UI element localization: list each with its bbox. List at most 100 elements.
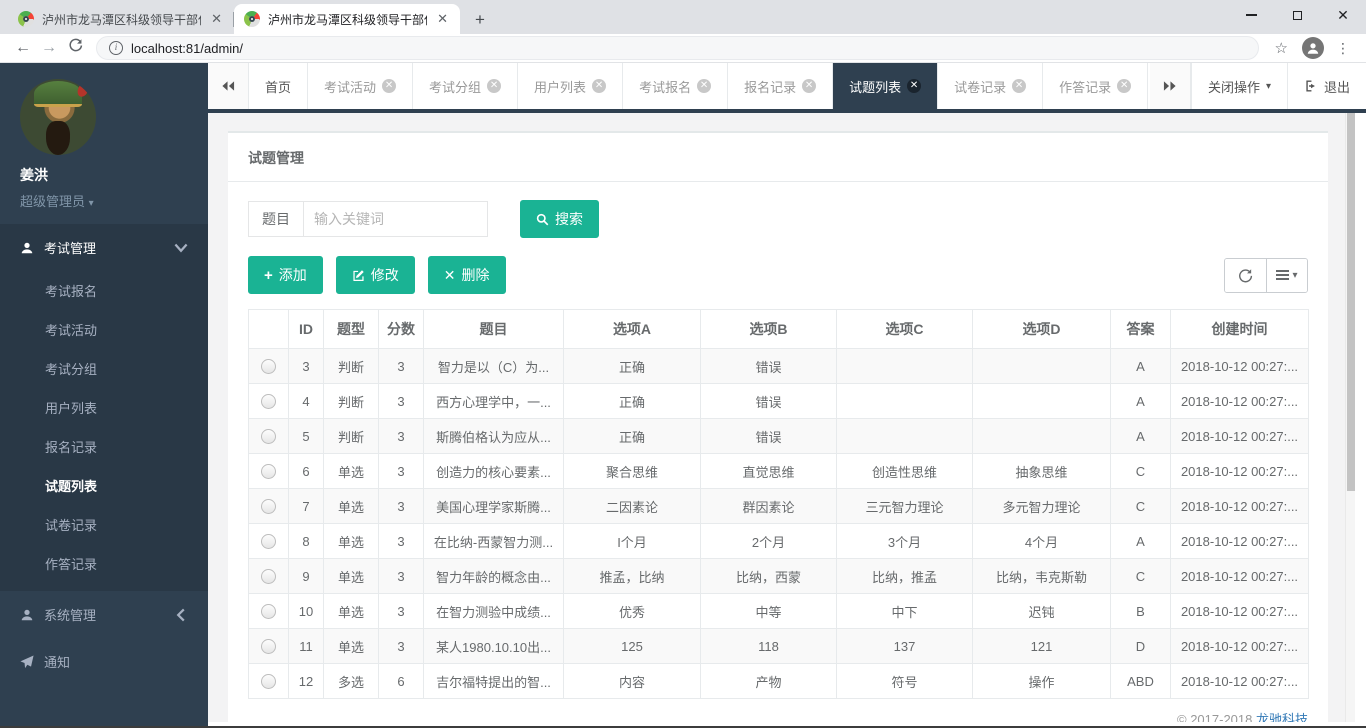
table-column-header: 选项C [837, 310, 973, 349]
scrollbar-thumb[interactable] [1347, 113, 1355, 491]
company-link[interactable]: 龙驰科技 [1256, 712, 1308, 722]
tab-close-icon[interactable]: ✕ [209, 11, 224, 27]
row-radio-button[interactable] [261, 674, 276, 689]
address-bar[interactable]: localhost:81/admin/ [96, 36, 1259, 60]
sidebar-subitem[interactable]: 用户列表 [0, 388, 208, 427]
row-radio-button[interactable] [261, 604, 276, 619]
sidebar-nav: 考试管理 考试报名考试活动考试分组用户列表报名记录试题列表试卷记录作答记录 系统… [0, 224, 208, 685]
cell-title: 在比纳-西蒙智力测... [424, 524, 564, 559]
sidebar-subitem[interactable]: 考试活动 [0, 310, 208, 349]
sidebar-subitem[interactable]: 试题列表 [0, 466, 208, 505]
logout-button[interactable]: 退出 [1287, 63, 1366, 109]
row-radio-button[interactable] [261, 639, 276, 654]
page-tab[interactable]: 用户列表✕ [518, 63, 623, 109]
forward-button[interactable]: → [36, 39, 62, 57]
sidebar-subitem[interactable]: 报名记录 [0, 427, 208, 466]
browser-tab[interactable]: 泸州市龙马潭区科级领导干部任前 ✕ [234, 4, 460, 34]
url-text[interactable]: localhost:81/admin/ [131, 41, 243, 56]
page-tab[interactable]: 考试分组✕ [413, 63, 518, 109]
tab-close-icon[interactable]: ✕ [697, 79, 711, 93]
table-header-row: ID题型分数题目选项A选项B选项C选项D答案创建时间 [249, 310, 1309, 349]
page-info-icon[interactable] [109, 41, 123, 55]
cell-b: 比纳，西蒙 [701, 559, 837, 594]
page-tab[interactable]: 试卷记录✕ [938, 63, 1043, 109]
row-radio-button[interactable] [261, 534, 276, 549]
browser-tab-title: 泸州市龙马潭区科级领导干部任前 [268, 11, 427, 28]
sidebar-item-notifications[interactable]: 通知 [0, 638, 208, 685]
chevron-down-icon [174, 241, 188, 255]
table-column-header: 分数 [379, 310, 424, 349]
question-panel: 试题管理 题目 搜索 [228, 131, 1328, 722]
row-radio-button[interactable] [261, 569, 276, 584]
tab-close-icon[interactable]: ✕ [487, 79, 501, 93]
reload-button[interactable] [62, 38, 88, 58]
sidebar-subitem[interactable]: 作答记录 [0, 544, 208, 583]
add-button[interactable]: +添加 [248, 256, 323, 294]
page-tab[interactable]: 首页 [249, 63, 308, 109]
columns-dropdown-button[interactable]: ▾ [1266, 259, 1307, 292]
page-tab[interactable]: 试题列表✕ [833, 63, 938, 109]
copyright-text: © 2017-2018 [1177, 712, 1256, 722]
minimize-button[interactable] [1228, 0, 1274, 30]
table-column-header: 创建时间 [1171, 310, 1309, 349]
page-tab[interactable]: 考试活动✕ [308, 63, 413, 109]
sidebar-item-system-management[interactable]: 系统管理 [0, 591, 208, 638]
close-operations-dropdown[interactable]: 关闭操作▾ [1191, 63, 1287, 109]
browser-tab[interactable]: 泸州市龙马潭区科级领导干部任前 ✕ [8, 4, 234, 34]
row-radio-button[interactable] [261, 429, 276, 444]
send-icon [20, 655, 34, 669]
restore-button[interactable] [1274, 0, 1320, 30]
scroll-tabs-right-button[interactable] [1150, 63, 1191, 109]
table-column-header: 题目 [424, 310, 564, 349]
user-icon [20, 608, 34, 622]
row-radio-button[interactable] [261, 464, 276, 479]
search-button[interactable]: 搜索 [520, 200, 599, 238]
row-radio-button[interactable] [261, 499, 276, 514]
sidebar-subitem[interactable]: 试卷记录 [0, 505, 208, 544]
search-input[interactable] [303, 201, 488, 237]
user-role-dropdown[interactable]: 超级管理员 ▾ [20, 191, 188, 210]
tab-close-icon[interactable]: ✕ [382, 79, 396, 93]
table-row: 9单选3智力年龄的概念由...推孟，比纳比纳，西蒙比纳，推孟比纳，韦克斯勒C20… [249, 559, 1309, 594]
bookmark-star-icon[interactable]: ☆ [1267, 39, 1296, 57]
sidebar-subitem[interactable]: 考试报名 [0, 271, 208, 310]
back-button[interactable]: ← [10, 39, 36, 57]
sidebar-profile: 姜洪 超级管理员 ▾ [0, 63, 208, 224]
table-row: 5判断3斯腾伯格认为应从...正确错误A2018-10-12 00:27:... [249, 419, 1309, 454]
tab-close-icon[interactable]: ✕ [435, 11, 450, 27]
row-select-cell [249, 629, 289, 664]
table-actions: +添加 修改 ✕删除 [248, 256, 1308, 294]
sidebar-section-system: 系统管理 [0, 591, 208, 638]
edit-button[interactable]: 修改 [336, 256, 415, 294]
vertical-scrollbar[interactable] [1345, 113, 1355, 722]
tab-close-icon[interactable]: ✕ [907, 79, 921, 93]
page-tab[interactable]: 报名记录✕ [728, 63, 833, 109]
sidebar-item-exam-management[interactable]: 考试管理 [0, 224, 208, 271]
page-tab[interactable]: 作答记录✕ [1043, 63, 1148, 109]
avatar[interactable] [20, 79, 96, 155]
delete-button[interactable]: ✕删除 [428, 256, 506, 294]
refresh-button[interactable] [1225, 259, 1266, 292]
row-radio-button[interactable] [261, 394, 276, 409]
cell-type: 判断 [324, 384, 379, 419]
tab-close-icon[interactable]: ✕ [802, 79, 816, 93]
scroll-tabs-left-button[interactable] [208, 63, 249, 109]
browser-tab-title: 泸州市龙马潭区科级领导干部任前 [42, 11, 201, 28]
page-tab[interactable]: 考试报名✕ [623, 63, 728, 109]
tab-close-icon[interactable]: ✕ [1117, 79, 1131, 93]
user-icon [20, 241, 34, 255]
tab-close-icon[interactable]: ✕ [592, 79, 606, 93]
cell-created: 2018-10-12 00:27:... [1171, 419, 1309, 454]
new-tab-button[interactable]: + [466, 6, 494, 34]
row-radio-button[interactable] [261, 359, 276, 374]
cell-answer: A [1111, 419, 1171, 454]
browser-profile-button[interactable] [1302, 37, 1324, 59]
cell-b: 118 [701, 629, 837, 664]
browser-menu-icon[interactable]: ⋮ [1330, 40, 1356, 57]
sidebar-subitem[interactable]: 考试分组 [0, 349, 208, 388]
row-select-cell [249, 524, 289, 559]
cell-c: 比纳，推孟 [837, 559, 973, 594]
close-window-button[interactable]: ✕ [1320, 0, 1366, 30]
tab-close-icon[interactable]: ✕ [1012, 79, 1026, 93]
cell-answer: B [1111, 594, 1171, 629]
